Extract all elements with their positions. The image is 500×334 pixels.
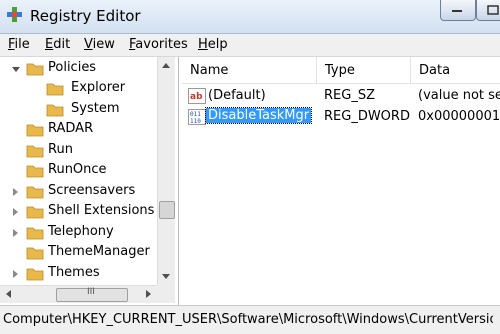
registry-editor-app-icon (7, 7, 22, 22)
tree-item-label: Run (48, 142, 73, 157)
tree-item-label: System (71, 101, 120, 116)
tree-item-label: Screensavers (48, 183, 136, 198)
folder-icon (46, 83, 64, 96)
tree-item-label: RunOnce (48, 162, 107, 177)
tree-item-label: Telephony (48, 224, 114, 239)
menu-favorites[interactable]: Favorites (129, 37, 188, 52)
current-key-path: Computer\HKEY_CURRENT_USER\Software\Micr… (3, 312, 493, 327)
value-name-selected[interactable]: DisableTaskMgr (204, 107, 313, 124)
menu-view[interactable]: View (84, 37, 115, 52)
tree-item-shell-extensions[interactable]: Shell Extensions (0, 202, 160, 222)
folder-icon (26, 206, 44, 219)
value-type: REG_SZ (324, 88, 375, 103)
value-row-default[interactable]: ab (Default) REG_SZ (value not set) (182, 86, 500, 106)
svg-text:ab: ab (190, 92, 203, 102)
scroll-grip: III (87, 287, 95, 297)
folder-icon (26, 247, 44, 260)
string-value-icon: ab (188, 88, 206, 104)
tree-item-label: Policies (48, 60, 97, 75)
tree-item-label: Shell Extensions (48, 203, 155, 218)
tree-vertical-scrollbar[interactable] (157, 57, 175, 285)
tree-item-telephony[interactable]: Telephony (0, 223, 160, 243)
maximize-icon (487, 5, 499, 15)
svg-text:110: 110 (190, 118, 201, 125)
folder-icon (26, 145, 44, 158)
tree-item-themes[interactable]: Themes (0, 264, 160, 284)
svg-text:011: 011 (190, 111, 201, 118)
tree-item-screensavers[interactable]: Screensavers (0, 182, 160, 202)
tree-item-radar[interactable]: RADAR (0, 120, 160, 140)
scroll-left-arrow-icon[interactable] (6, 290, 11, 298)
column-header-name[interactable]: Name (182, 57, 317, 84)
folder-icon (26, 227, 44, 240)
scroll-thumb[interactable]: III (56, 287, 128, 302)
column-header-type[interactable]: Type (317, 57, 411, 84)
menu-file[interactable]: File (8, 37, 30, 52)
scroll-right-arrow-icon[interactable] (146, 290, 151, 298)
value-type: REG_DWORD (324, 109, 410, 124)
scroll-down-arrow-icon[interactable] (162, 274, 170, 279)
value-name: (Default) (208, 88, 266, 103)
key-tree-pane: Policies Explorer System RADAR Run RunOn… (0, 57, 179, 305)
tree-item-policies[interactable]: Policies (0, 59, 160, 79)
folder-icon (26, 124, 44, 137)
folder-icon (26, 268, 44, 281)
menu-help[interactable]: Help (198, 37, 228, 52)
title-bar: Registry Editor (0, 0, 500, 34)
menu-bar: File Edit View Favorites Help (0, 34, 500, 57)
folder-open-icon (26, 63, 44, 76)
folder-icon (26, 165, 44, 178)
tree-item-label: Themes (48, 265, 100, 280)
value-data: 0x00000001 (1) (418, 109, 500, 124)
values-list-pane: Name Type Data ab (Default) REG_SZ (valu… (182, 57, 500, 305)
expand-arrow-icon[interactable] (13, 208, 18, 216)
binary-value-icon: 011 110 (188, 109, 206, 125)
maximize-button[interactable] (476, 0, 500, 21)
value-row-disabletaskmgr[interactable]: 011 110 DisableTaskMgr REG_DWORD 0x00000… (182, 107, 500, 127)
tree-item-label: ThemeManager (48, 244, 150, 259)
folder-icon (46, 104, 64, 117)
tree-item-thememanager[interactable]: ThemeManager (0, 243, 160, 263)
window-title: Registry Editor (30, 7, 141, 25)
minimize-icon (452, 10, 462, 12)
tree-item-runonce[interactable]: RunOnce (0, 161, 160, 181)
tree-item-system[interactable]: System (0, 100, 160, 120)
minimize-button[interactable] (440, 0, 476, 21)
expand-arrow-icon[interactable] (13, 270, 18, 278)
collapse-arrow-icon[interactable] (12, 67, 20, 72)
tree-item-explorer[interactable]: Explorer (0, 79, 160, 99)
scroll-corner (157, 285, 175, 303)
scroll-thumb[interactable] (159, 201, 175, 219)
expand-arrow-icon[interactable] (13, 229, 18, 237)
value-data: (value not set) (418, 88, 500, 103)
tree-item-run[interactable]: Run (0, 141, 160, 161)
scroll-up-arrow-icon[interactable] (162, 63, 170, 68)
tree-item-label: RADAR (48, 121, 94, 136)
menu-edit[interactable]: Edit (45, 37, 70, 52)
tree-item-label: Explorer (71, 80, 126, 95)
tree-horizontal-scrollbar[interactable]: III (0, 285, 157, 303)
expand-arrow-icon[interactable] (13, 188, 18, 196)
folder-icon (26, 186, 44, 199)
status-bar: Computer\HKEY_CURRENT_USER\Software\Micr… (0, 305, 500, 334)
column-header-data[interactable]: Data (411, 57, 500, 84)
